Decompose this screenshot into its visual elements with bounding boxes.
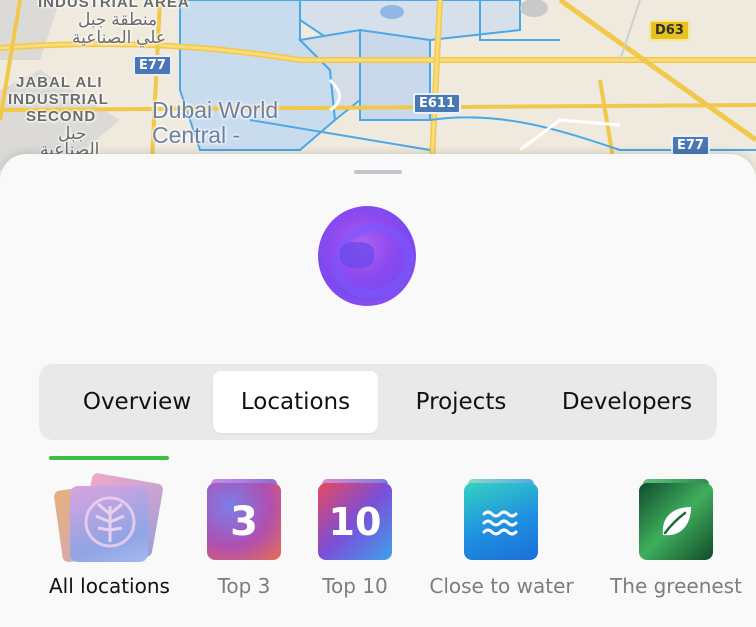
tab-overview[interactable]: Overview <box>59 371 215 433</box>
category-label: All locations <box>49 574 170 598</box>
road-shield-e77: E77 <box>133 55 172 76</box>
road-shield-e611: E611 <box>413 93 462 114</box>
map-city-label: Dubai World Central - <box>152 97 279 148</box>
map-label: INDUSTRIAL <box>8 91 109 108</box>
top-10-number: 10 <box>328 499 382 544</box>
tab-locations[interactable]: Locations <box>213 371 378 433</box>
category-label: Top 3 <box>217 574 271 598</box>
avatar <box>318 206 416 306</box>
map-label: SECOND <box>26 108 97 125</box>
tab-bar: Overview Locations Projects Developers <box>39 364 717 440</box>
road-shield-d63: D63 <box>649 20 690 41</box>
leaf-icon <box>639 483 713 560</box>
road-shield-e77: E77 <box>671 135 710 156</box>
tab-projects[interactable]: Projects <box>389 371 533 433</box>
waves-icon <box>464 483 538 560</box>
bottom-sheet: Overview Locations Projects Developers A… <box>0 154 756 627</box>
category-label: The greenest <box>610 574 742 598</box>
tab-developers[interactable]: Developers <box>545 371 709 433</box>
category-label: Close to water <box>429 574 574 598</box>
palm-island-icon <box>70 486 148 562</box>
top-10-icon: 10 <box>318 483 392 560</box>
top-3-icon: 3 <box>207 483 281 560</box>
map-label: منطقة جبل <box>78 10 158 29</box>
top-3-number: 3 <box>230 498 258 545</box>
selected-category-indicator <box>49 456 169 460</box>
category-label: Top 10 <box>322 574 388 598</box>
map-label: علي الصناعية <box>72 28 167 47</box>
map-label: JABAL ALI <box>16 74 103 91</box>
sheet-drag-handle[interactable] <box>354 170 402 174</box>
